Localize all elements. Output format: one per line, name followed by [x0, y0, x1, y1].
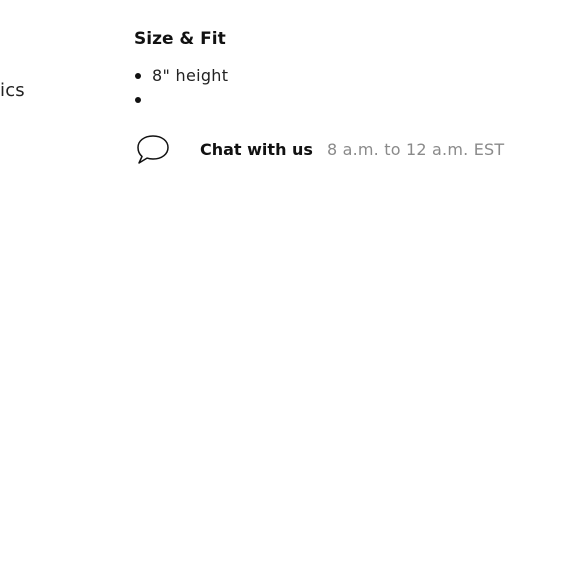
size-fit-bullet-empty — [134, 88, 574, 112]
size-fit-bullet-height: 8" height — [134, 64, 574, 88]
chat-hours-text: 8 a.m. to 12 a.m. EST — [326, 139, 505, 159]
size-fit-section: Size & Fit 8" height Chat with us 8 a.m.… — [134, 28, 574, 166]
size-fit-heading: Size & Fit — [134, 29, 226, 49]
size-fit-list: 8" height — [134, 64, 574, 112]
chat-with-us-row[interactable]: Chat with us 8 a.m. to 12 a.m. EST — [134, 132, 574, 166]
chat-bubble-icon[interactable] — [134, 132, 172, 166]
left-tab-label-partial[interactable]: ics — [0, 80, 25, 101]
chat-with-us-link[interactable]: Chat with us — [200, 140, 313, 159]
product-details-page: ics Size & Fit 8" height Chat with us 8 … — [0, 0, 580, 580]
